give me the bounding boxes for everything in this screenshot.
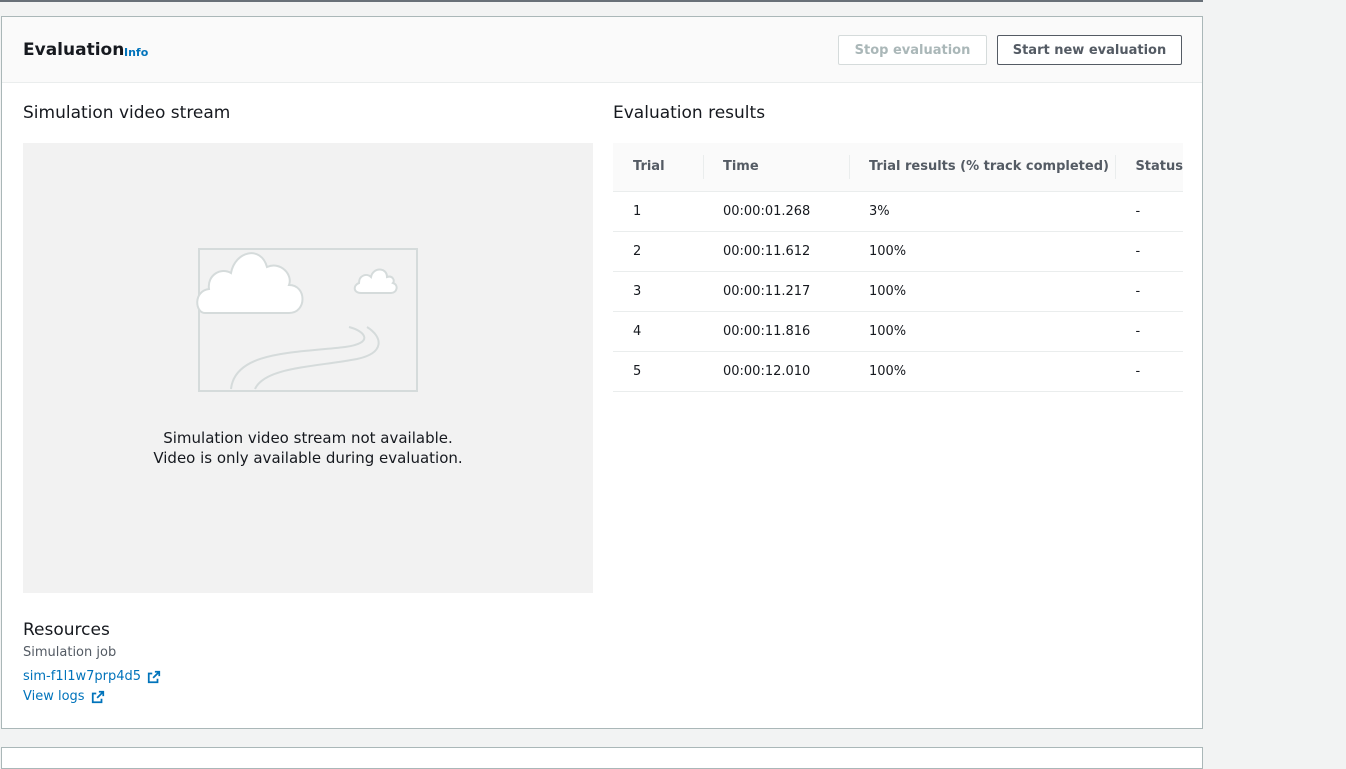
trial-cell: 1: [613, 191, 703, 232]
table-row: 3 00:00:11.217 100% -: [613, 271, 1183, 312]
evaluation-panel: Evaluation Info Stop evaluation Start ne…: [1, 16, 1203, 729]
simulation-job-id: sim-f1l1w7prp4d5: [23, 669, 142, 684]
column-header-status[interactable]: Status: [1115, 143, 1183, 192]
top-divider: [0, 0, 1203, 2]
panel-title: Evaluation: [23, 40, 125, 60]
result-cell: 100%: [848, 271, 1116, 312]
trial-cell: 3: [613, 271, 703, 312]
start-new-evaluation-button[interactable]: Start new evaluation: [997, 35, 1182, 65]
table-row: 5 00:00:12.010 100% -: [613, 351, 1183, 392]
table-row: 1 00:00:01.268 3% -: [613, 191, 1183, 232]
status-cell: -: [1115, 191, 1183, 232]
status-cell: -: [1115, 311, 1183, 352]
column-header-trial-results[interactable]: Trial results (% track completed): [848, 143, 1116, 192]
external-link-icon: [147, 670, 161, 683]
status-cell: -: [1115, 271, 1183, 312]
view-logs-link[interactable]: View logs: [23, 689, 105, 704]
trial-cell: 2: [613, 231, 703, 272]
evaluation-results-table: Trial Time Trial results (% track comple…: [613, 143, 1183, 392]
time-cell: 00:00:11.816: [702, 311, 849, 352]
column-header-trial[interactable]: Trial: [613, 143, 703, 192]
time-cell: 00:00:11.217: [702, 271, 849, 312]
video-message-line1: Simulation video stream not available.: [163, 429, 453, 447]
panel-header: Evaluation Info Stop evaluation Start ne…: [2, 17, 1202, 83]
time-cell: 00:00:01.268: [702, 191, 849, 232]
external-link-icon: [91, 690, 104, 703]
view-logs-label: View logs: [23, 689, 85, 704]
result-cell: 100%: [848, 351, 1116, 392]
result-cell: 3%: [848, 191, 1116, 232]
video-section-title: Simulation video stream: [23, 103, 231, 123]
time-cell: 00:00:11.612: [702, 231, 849, 272]
video-stream-placeholder: Simulation video stream not available. V…: [23, 143, 593, 593]
table-header-row: Trial Time Trial results (% track comple…: [613, 143, 1183, 192]
trial-cell: 4: [613, 311, 703, 352]
trial-cell: 5: [613, 351, 703, 392]
video-message-line2: Video is only available during evaluatio…: [153, 449, 463, 467]
stop-evaluation-button[interactable]: Stop evaluation: [838, 35, 987, 65]
simulation-job-label: Simulation job: [23, 645, 117, 660]
results-section-title: Evaluation results: [613, 103, 766, 123]
time-cell: 00:00:12.010: [702, 351, 849, 392]
next-panel-edge: [1, 747, 1203, 769]
status-cell: -: [1115, 231, 1183, 272]
landscape-placeholder-icon: [196, 248, 418, 392]
status-cell: -: [1115, 351, 1183, 392]
result-cell: 100%: [848, 231, 1116, 272]
resources-title: Resources: [23, 620, 110, 640]
video-unavailable-message: Simulation video stream not available. V…: [23, 428, 593, 468]
column-header-time[interactable]: Time: [702, 143, 849, 192]
table-row: 4 00:00:11.816 100% -: [613, 311, 1183, 352]
info-link[interactable]: Info: [124, 46, 148, 59]
table-row: 2 00:00:11.612 100% -: [613, 231, 1183, 272]
result-cell: 100%: [848, 311, 1116, 352]
simulation-job-link[interactable]: sim-f1l1w7prp4d5: [23, 669, 161, 684]
